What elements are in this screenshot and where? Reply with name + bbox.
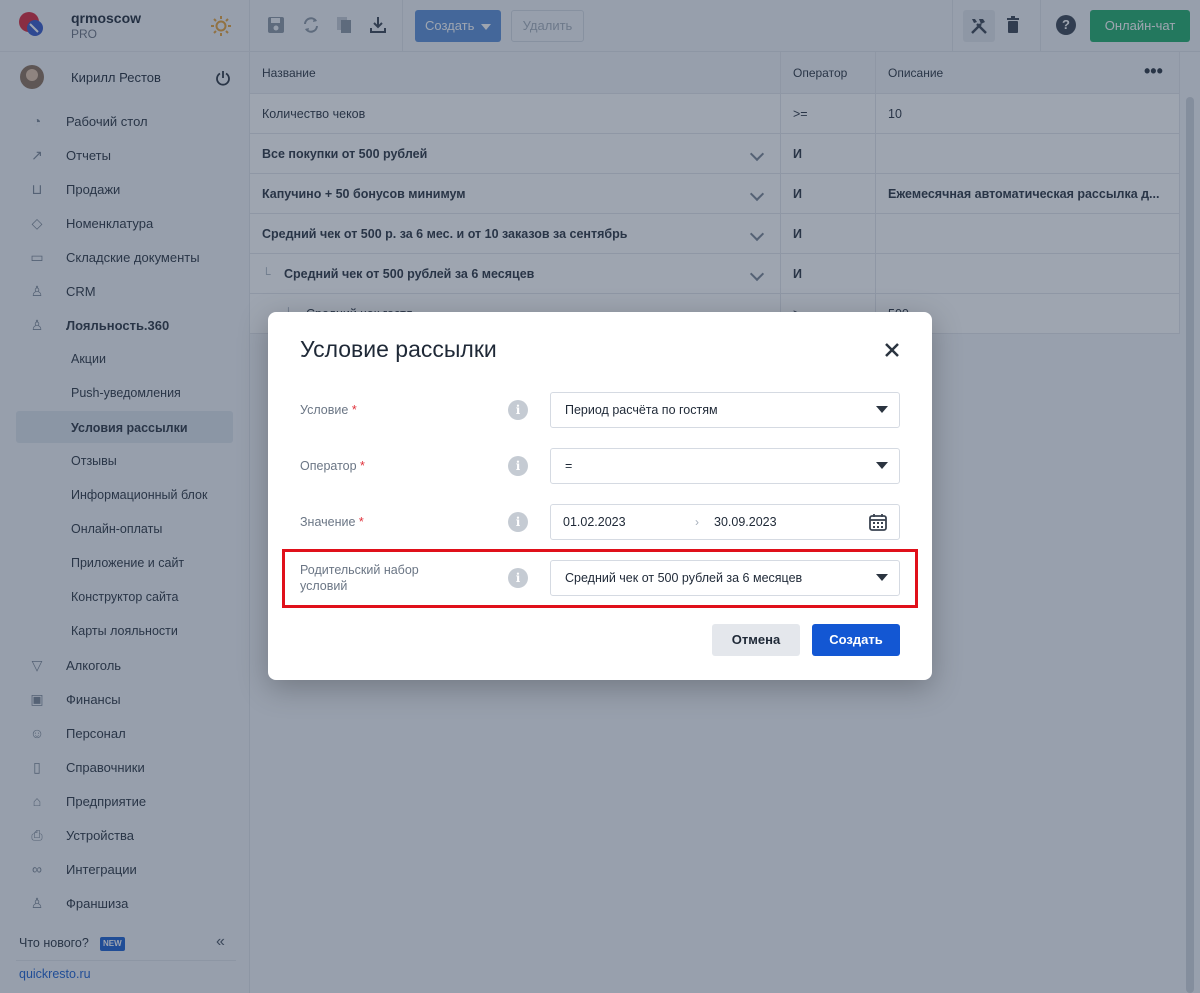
condition-select[interactable]: Период расчёта по гостям <box>550 392 900 428</box>
value-label: Значение * <box>300 514 364 530</box>
operator-select[interactable]: = <box>550 448 900 484</box>
condition-label: Условие * <box>300 402 357 418</box>
required-mark: * <box>351 403 357 417</box>
operator-label-text: Оператор <box>300 459 357 473</box>
calendar-icon[interactable] <box>869 513 887 531</box>
condition-label-text: Условие <box>300 403 349 417</box>
date-to-field[interactable]: 30.09.2023 <box>714 505 777 539</box>
create-submit-button[interactable]: Создать <box>812 624 900 656</box>
required-mark: * <box>358 515 364 529</box>
chevron-right-icon: › <box>695 515 699 529</box>
mailing-condition-dialog: Условие рассылки Условие * i Период расч… <box>268 312 932 680</box>
parent-set-label-line1: Родительский набор <box>300 563 419 577</box>
dialog-title: Условие рассылки <box>300 336 497 362</box>
chevron-down-icon <box>876 574 888 581</box>
info-icon[interactable]: i <box>508 568 528 588</box>
cancel-button[interactable]: Отмена <box>712 624 800 656</box>
required-mark: * <box>360 459 365 473</box>
condition-value: Период расчёта по гостям <box>565 403 718 417</box>
date-from-field[interactable]: 01.02.2023 <box>563 505 626 539</box>
parent-set-value: Средний чек от 500 рублей за 6 месяцев <box>565 571 803 585</box>
chevron-down-icon <box>876 462 888 469</box>
info-icon[interactable]: i <box>508 456 528 476</box>
chevron-down-icon <box>876 406 888 413</box>
parent-set-label: Родительский набор условий <box>300 562 419 594</box>
info-icon[interactable]: i <box>508 512 528 532</box>
operator-value: = <box>565 459 573 473</box>
parent-set-label-line2: условий <box>300 579 348 593</box>
operator-label: Оператор * <box>300 458 365 474</box>
date-range-input[interactable]: 01.02.2023 › 30.09.2023 <box>550 504 900 540</box>
parent-set-select[interactable]: Средний чек от 500 рублей за 6 месяцев <box>550 560 900 596</box>
close-icon[interactable] <box>882 340 902 360</box>
info-icon[interactable]: i <box>508 400 528 420</box>
value-label-text: Значение <box>300 515 356 529</box>
